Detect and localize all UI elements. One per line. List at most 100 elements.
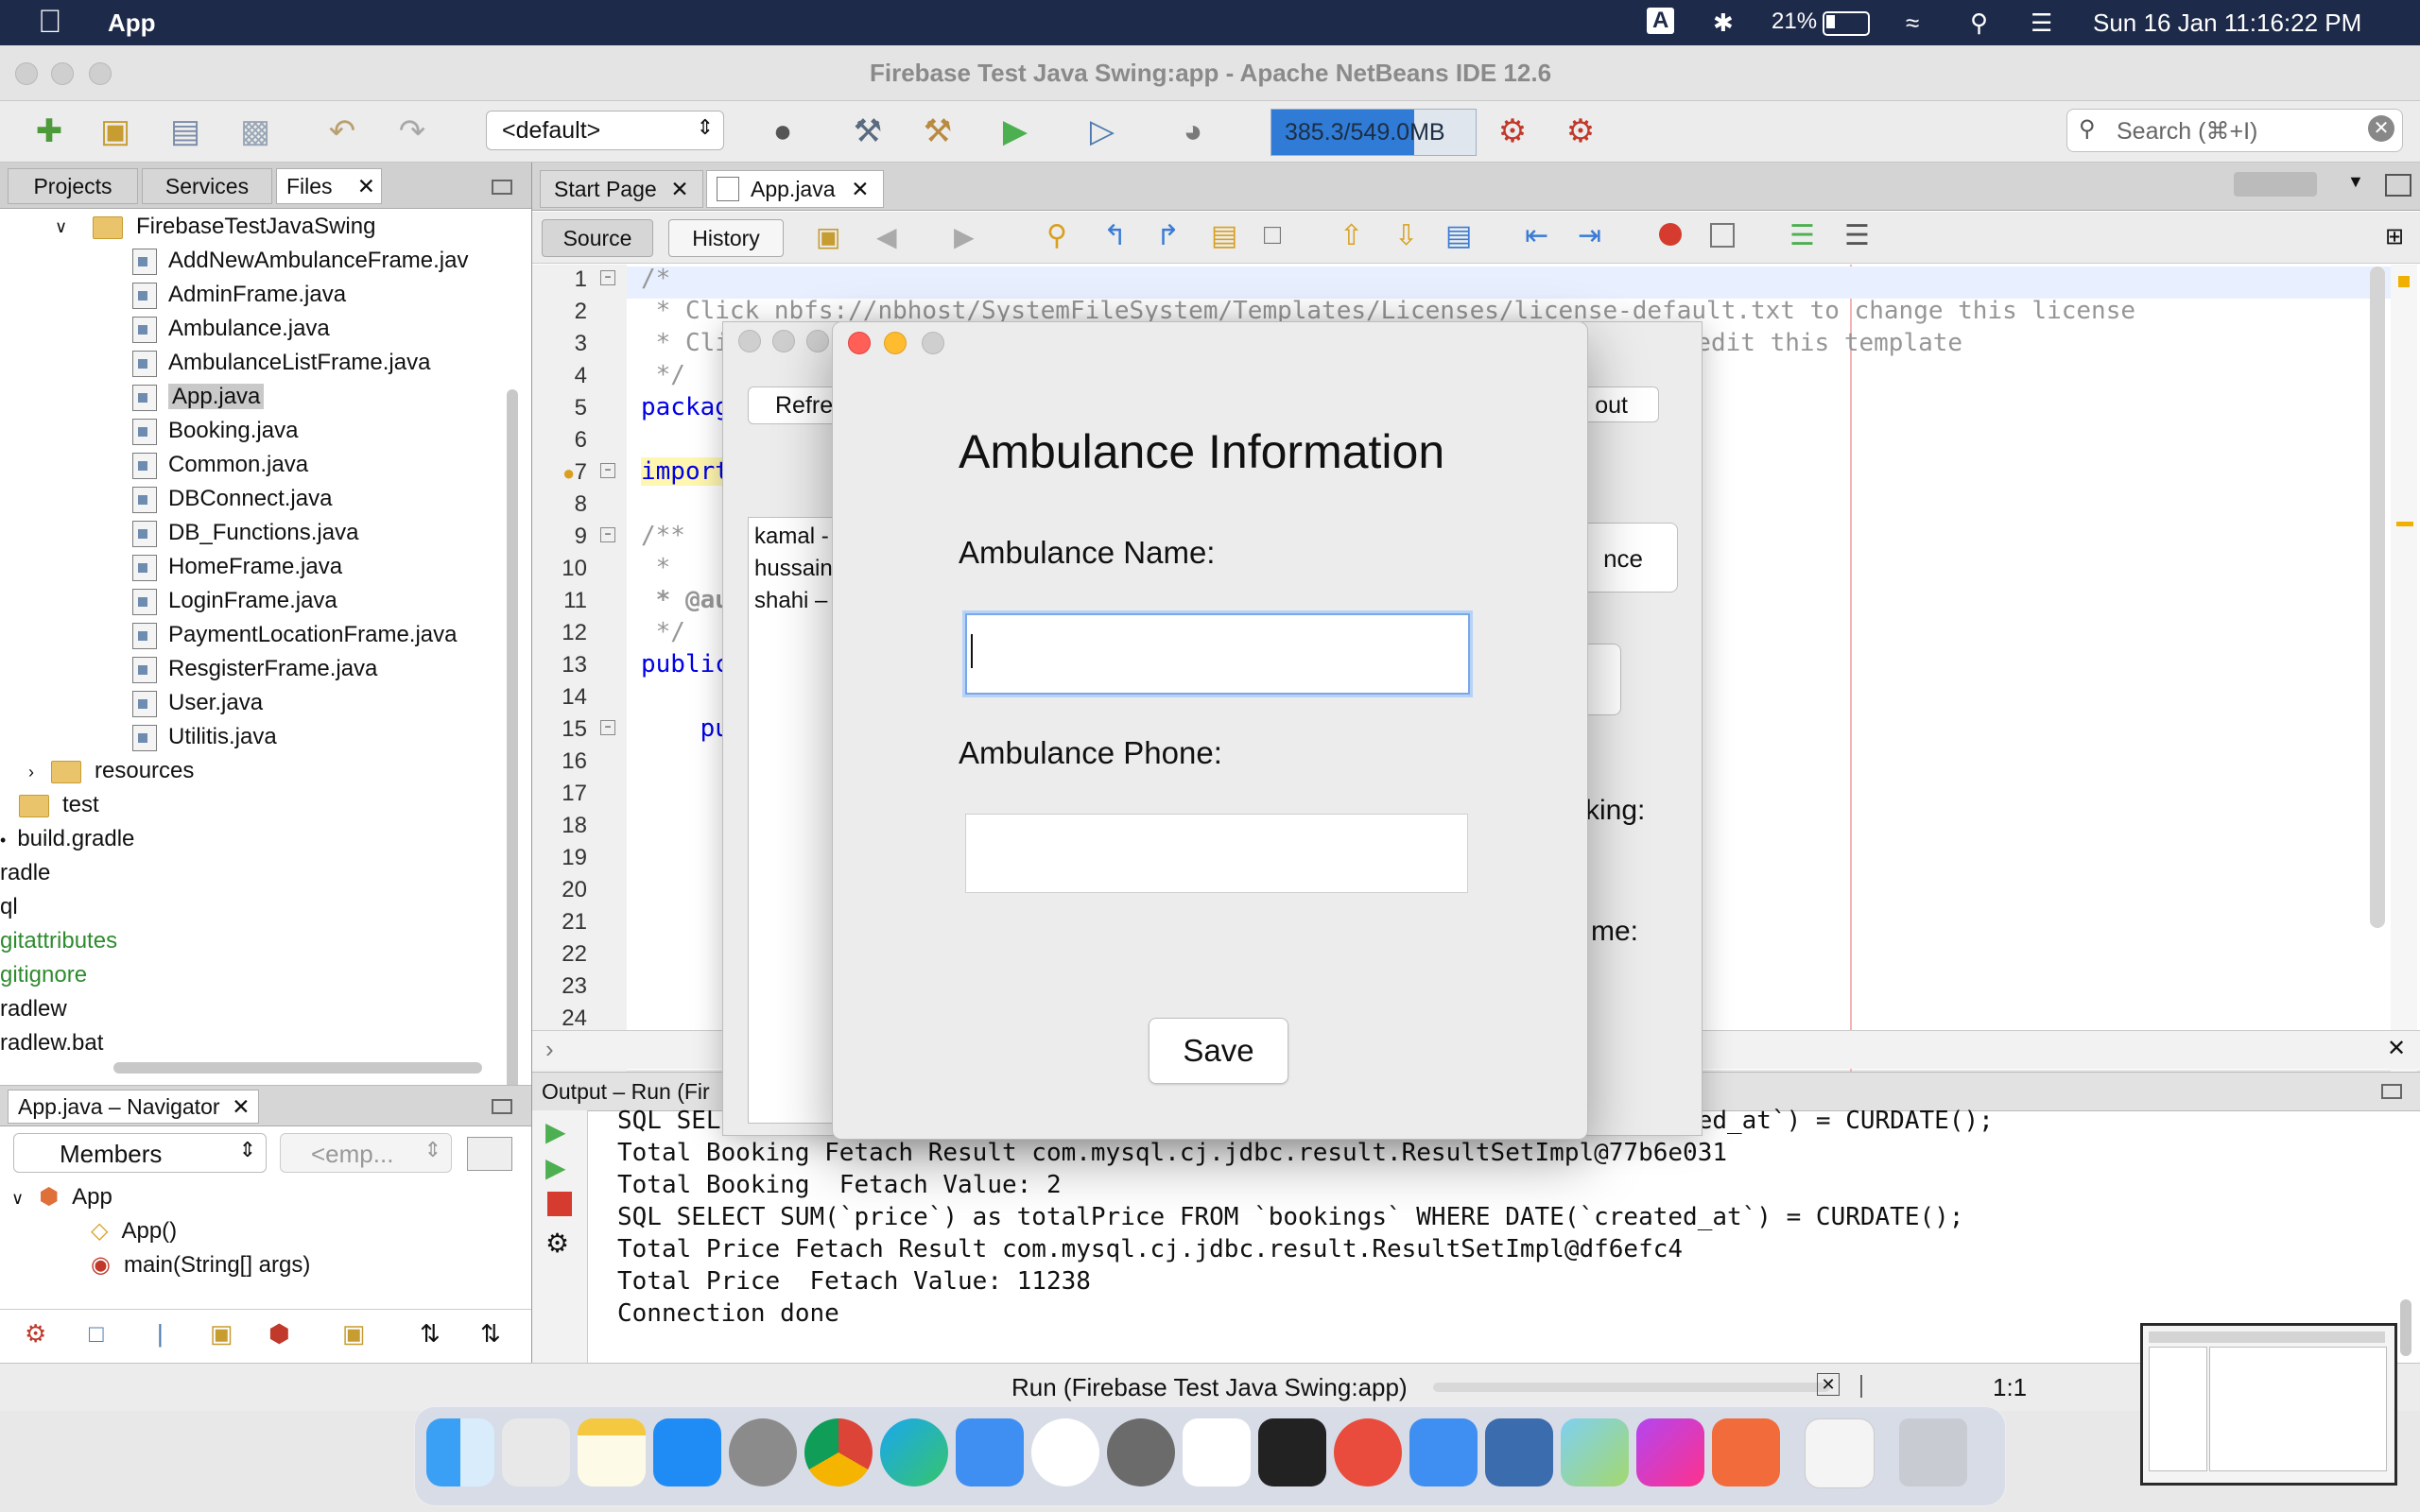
- zoom-window-button[interactable]: [922, 332, 944, 354]
- tab-list-dropdown-icon[interactable]: ▼: [2347, 172, 2364, 192]
- code-line-12[interactable]: */: [641, 618, 685, 646]
- rerun-with-params-icon[interactable]: ▶: [545, 1152, 566, 1183]
- nav-method-main[interactable]: ◉ main(String[] args): [91, 1248, 310, 1282]
- window-thumbnail[interactable]: [2140, 1323, 2397, 1486]
- tree-file-item[interactable]: User.java: [132, 686, 263, 720]
- lightbulb-hint-icon[interactable]: ●: [562, 461, 575, 486]
- toggle-highlight-icon[interactable]: ▤: [1211, 219, 1237, 252]
- chevron-down-icon[interactable]: ∨: [55, 210, 67, 244]
- chevron-right-icon[interactable]: ›: [28, 763, 34, 782]
- last-edit-icon[interactable]: ▣: [816, 221, 840, 252]
- shift-left-icon[interactable]: ⇤: [1525, 219, 1548, 252]
- control-center-icon[interactable]: ☰: [2031, 9, 2052, 38]
- rectangular-selection-icon[interactable]: □: [1264, 219, 1281, 251]
- tree-file[interactable]: gitattributes: [0, 924, 117, 958]
- output-tab[interactable]: Output – Run (Fir: [542, 1074, 710, 1108]
- tree-test-folder[interactable]: test: [19, 788, 99, 822]
- tree-resources-folder[interactable]: › resources: [28, 754, 194, 788]
- tree-build-gradle[interactable]: • build.gradle: [0, 822, 134, 856]
- new-project-icon[interactable]: ▣: [96, 112, 134, 150]
- shift-right-icon[interactable]: ⇥: [1578, 219, 1601, 252]
- ambulance-name-field[interactable]: [965, 613, 1470, 695]
- horizontal-scrollbar[interactable]: [113, 1062, 482, 1074]
- output-line[interactable]: Total Booking Fetach Value: 2: [617, 1171, 1062, 1199]
- new-file-icon[interactable]: ✚: [30, 112, 68, 150]
- system-preferences-icon[interactable]: [729, 1418, 797, 1486]
- lock-icon[interactable]: ▣: [210, 1319, 233, 1349]
- ambulance-phone-field[interactable]: [965, 814, 1468, 893]
- vscode-icon[interactable]: [1183, 1418, 1251, 1486]
- tree-file-item[interactable]: Common.java: [132, 448, 308, 482]
- close-tab-icon[interactable]: ✕: [670, 171, 688, 207]
- virtualbox-icon[interactable]: [1561, 1418, 1629, 1486]
- line-number[interactable]: 19: [540, 845, 587, 871]
- clear-search-icon[interactable]: ✕: [2368, 115, 2394, 142]
- tree-file-item[interactable]: Utilitis.java: [132, 720, 277, 754]
- source-button[interactable]: Source: [542, 219, 653, 257]
- code-line-1[interactable]: /*: [641, 265, 670, 293]
- gc-icon-1[interactable]: ⚙: [1494, 112, 1531, 150]
- list-item[interactable]: hussain: [754, 556, 833, 582]
- filter-icon[interactable]: ▣: [342, 1319, 366, 1349]
- wifi-icon[interactable]: ≈: [1906, 9, 1919, 38]
- zoom-window-button[interactable]: [89, 62, 112, 85]
- line-number[interactable]: 15: [540, 716, 587, 743]
- apple-icon[interactable]: : [38, 4, 62, 41]
- line-number[interactable]: 17: [540, 781, 587, 807]
- fold-toggle[interactable]: −: [600, 527, 615, 542]
- config-select[interactable]: <default> ⇕: [486, 111, 724, 150]
- find-icon[interactable]: ⚲: [1046, 219, 1067, 252]
- settings-icon[interactable]: ⚙: [545, 1228, 569, 1259]
- code-line-9[interactable]: /**: [641, 522, 685, 550]
- forward-icon[interactable]: ▶: [954, 221, 975, 252]
- code-line-4[interactable]: */: [641, 361, 685, 389]
- line-number[interactable]: 5: [540, 395, 587, 421]
- line-number[interactable]: 3: [540, 331, 587, 357]
- bluetooth-icon[interactable]: ✱: [1713, 9, 1734, 38]
- history-button[interactable]: History: [668, 219, 784, 257]
- nav-class-app[interactable]: ∨ ⬢ App: [11, 1180, 112, 1214]
- minimize-window-button[interactable]: [51, 62, 74, 85]
- tree-file[interactable]: radlew.bat: [0, 1026, 103, 1060]
- notes-icon[interactable]: [578, 1418, 646, 1486]
- comment-icon[interactable]: ☰: [1789, 219, 1815, 252]
- navigator-options-icon[interactable]: [467, 1137, 512, 1171]
- open-project-icon[interactable]: ▤: [166, 112, 204, 150]
- line-number[interactable]: 16: [540, 748, 587, 775]
- sort-icon[interactable]: ⇅: [480, 1319, 501, 1349]
- line-number[interactable]: 8: [540, 491, 587, 518]
- uncomment-icon[interactable]: ☰: [1844, 219, 1870, 252]
- line-number[interactable]: 14: [540, 684, 587, 711]
- build-hammer-icon[interactable]: ⚒: [849, 112, 887, 150]
- tree-file[interactable]: ql: [0, 890, 18, 924]
- close-window-button[interactable]: [15, 62, 38, 85]
- close-tab-icon[interactable]: ✕: [851, 171, 869, 207]
- fold-toggle[interactable]: −: [600, 463, 615, 478]
- prev-bookmark-icon[interactable]: ⇧: [1340, 219, 1363, 252]
- tab-start-page[interactable]: Start Page ✕: [540, 170, 703, 208]
- java-app-icon[interactable]: [1805, 1418, 1875, 1488]
- members-filter-select[interactable]: Members ⇕: [13, 1133, 267, 1173]
- output-line[interactable]: SQL SELECT SUM(`price`) as totalPrice FR…: [617, 1203, 1963, 1231]
- tree-file-item[interactable]: DB_Functions.java: [132, 516, 358, 550]
- filter-icon[interactable]: ⬢: [268, 1319, 290, 1349]
- empty-filter-select[interactable]: <emp... ⇕: [280, 1133, 452, 1173]
- save-all-icon[interactable]: ▩: [236, 112, 274, 150]
- memory-usage-bar[interactable]: 385.3/549.0MB: [1270, 109, 1477, 156]
- nav-constructor[interactable]: ◇ App(): [91, 1214, 177, 1248]
- line-number[interactable]: 23: [540, 973, 587, 1000]
- browser-globe-icon[interactable]: ●: [764, 112, 802, 150]
- line-number[interactable]: 24: [540, 1005, 587, 1032]
- find-previous-icon[interactable]: ↰: [1103, 219, 1127, 252]
- tab-scroll-controls[interactable]: [2234, 172, 2317, 197]
- line-number[interactable]: 18: [540, 813, 587, 839]
- debug-project-icon[interactable]: ▷: [1083, 112, 1121, 150]
- code-line-10[interactable]: *: [641, 554, 671, 582]
- tree-file-item[interactable]: AmbulanceListFrame.java: [132, 346, 430, 380]
- tree-file-item[interactable]: Ambulance.java: [132, 312, 330, 346]
- clean-build-icon[interactable]: ⚒: [919, 112, 957, 150]
- tree-file-item[interactable]: AdminFrame.java: [132, 278, 346, 312]
- gc-icon-2[interactable]: ⚙: [1562, 112, 1599, 150]
- tree-file[interactable]: radlew: [0, 992, 67, 1026]
- tree-file-item[interactable]: LoginFrame.java: [132, 584, 337, 618]
